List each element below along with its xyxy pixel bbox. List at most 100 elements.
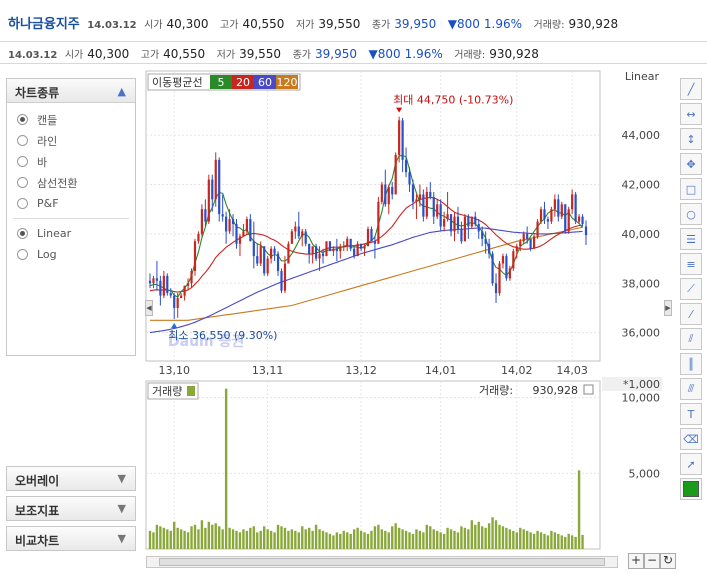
candle[interactable] [526,233,529,239]
candle[interactable] [273,248,276,254]
candle[interactable] [252,241,255,257]
candle[interactable] [183,285,186,296]
volume-bar[interactable] [494,520,498,549]
volume-bar[interactable] [574,536,577,549]
candle[interactable] [564,204,567,232]
candle[interactable] [356,243,359,257]
candle[interactable] [398,120,401,155]
volume-bar[interactable] [436,530,439,549]
candle[interactable] [488,243,491,254]
volume-bar[interactable] [529,532,532,549]
candle[interactable] [532,236,536,249]
volume-bar[interactable] [332,535,335,549]
candle[interactable] [321,253,325,257]
ellipse-tool-icon[interactable]: ○ [680,203,702,225]
candle[interactable] [584,226,588,236]
volume-bar[interactable] [491,517,494,549]
volume-bar[interactable] [525,530,529,549]
scrollbar-thumb[interactable] [159,558,605,566]
volume-bar[interactable] [408,532,411,549]
volume-bar[interactable] [321,530,325,549]
candle[interactable] [328,241,332,252]
candle[interactable] [474,216,477,225]
candle[interactable] [366,228,370,247]
candle[interactable] [363,246,366,249]
volume-bar[interactable] [467,529,470,549]
close-icon[interactable] [583,384,594,395]
volume-bar[interactable] [283,527,287,549]
candle[interactable] [238,236,242,244]
volume-bar[interactable] [439,532,442,549]
volume-bar[interactable] [429,526,432,549]
candle[interactable] [235,224,238,244]
volume-bar[interactable] [567,533,570,549]
candle[interactable] [256,256,259,264]
candle[interactable] [470,216,473,227]
crosshair-tool-icon[interactable]: ✥ [680,153,702,175]
candle[interactable] [294,226,297,232]
candle[interactable] [439,204,442,227]
candle[interactable] [411,184,415,202]
volume-bar[interactable] [290,529,294,549]
volume-bar[interactable] [186,532,190,549]
volume-bar[interactable] [235,530,238,549]
vertical-line-tool-icon[interactable]: ↕ [680,128,702,150]
volume-bar[interactable] [356,527,359,549]
volume-bar[interactable] [273,532,276,549]
volume-bar[interactable] [266,529,269,549]
volume-bar[interactable] [577,470,581,549]
candle[interactable] [270,248,273,259]
candle[interactable] [512,251,515,269]
candle[interactable] [508,268,511,279]
candle[interactable] [467,216,470,227]
candle[interactable] [456,216,460,229]
volume-bar[interactable] [231,529,235,549]
horizontal-scrollbar[interactable] [146,556,618,568]
volume-bar[interactable] [415,529,418,549]
candle[interactable] [335,248,338,252]
volume-bar[interactable] [550,530,553,549]
candle[interactable] [481,231,484,239]
candle[interactable] [249,219,252,242]
volume-bar[interactable] [487,523,491,549]
volume-bar[interactable] [176,527,179,549]
volume-bar[interactable] [553,532,557,549]
candle[interactable] [263,246,266,274]
volume-bar[interactable] [259,530,262,549]
candle[interactable] [359,243,363,249]
candle[interactable] [436,204,439,217]
volume-bar[interactable] [394,523,397,549]
volume-bar[interactable] [221,529,224,549]
candle[interactable] [463,216,466,242]
fibonacci-arc-icon[interactable]: ⁄ [680,303,702,325]
volume-bar[interactable] [480,526,484,549]
candle[interactable] [280,270,283,291]
candle[interactable] [218,159,221,215]
volume-bar[interactable] [169,530,172,549]
candle[interactable] [432,196,435,217]
candle[interactable] [190,270,193,284]
candle[interactable] [186,283,190,286]
volume-bar[interactable] [218,526,221,549]
fibonacci-timezone-icon[interactable]: ║ [680,353,702,375]
volume-bar[interactable] [287,530,290,549]
volume-bar[interactable] [297,532,300,549]
candle[interactable] [197,233,200,242]
candle[interactable] [443,219,446,227]
candle[interactable] [498,263,501,294]
candle[interactable] [515,246,518,252]
candle[interactable] [339,246,342,252]
candle[interactable] [560,204,563,217]
volume-bar[interactable] [411,533,415,549]
candle[interactable] [484,238,487,244]
candle[interactable] [529,238,532,249]
candle[interactable] [159,280,162,296]
candle[interactable] [353,248,356,257]
candle[interactable] [571,194,574,210]
candle[interactable] [242,231,245,237]
volume-bar[interactable] [328,533,332,549]
volume-bar[interactable] [557,533,560,549]
volume-pane[interactable] [145,380,601,550]
fibonacci-retracement-icon[interactable]: ☰ [680,228,702,250]
candle[interactable] [204,209,207,222]
